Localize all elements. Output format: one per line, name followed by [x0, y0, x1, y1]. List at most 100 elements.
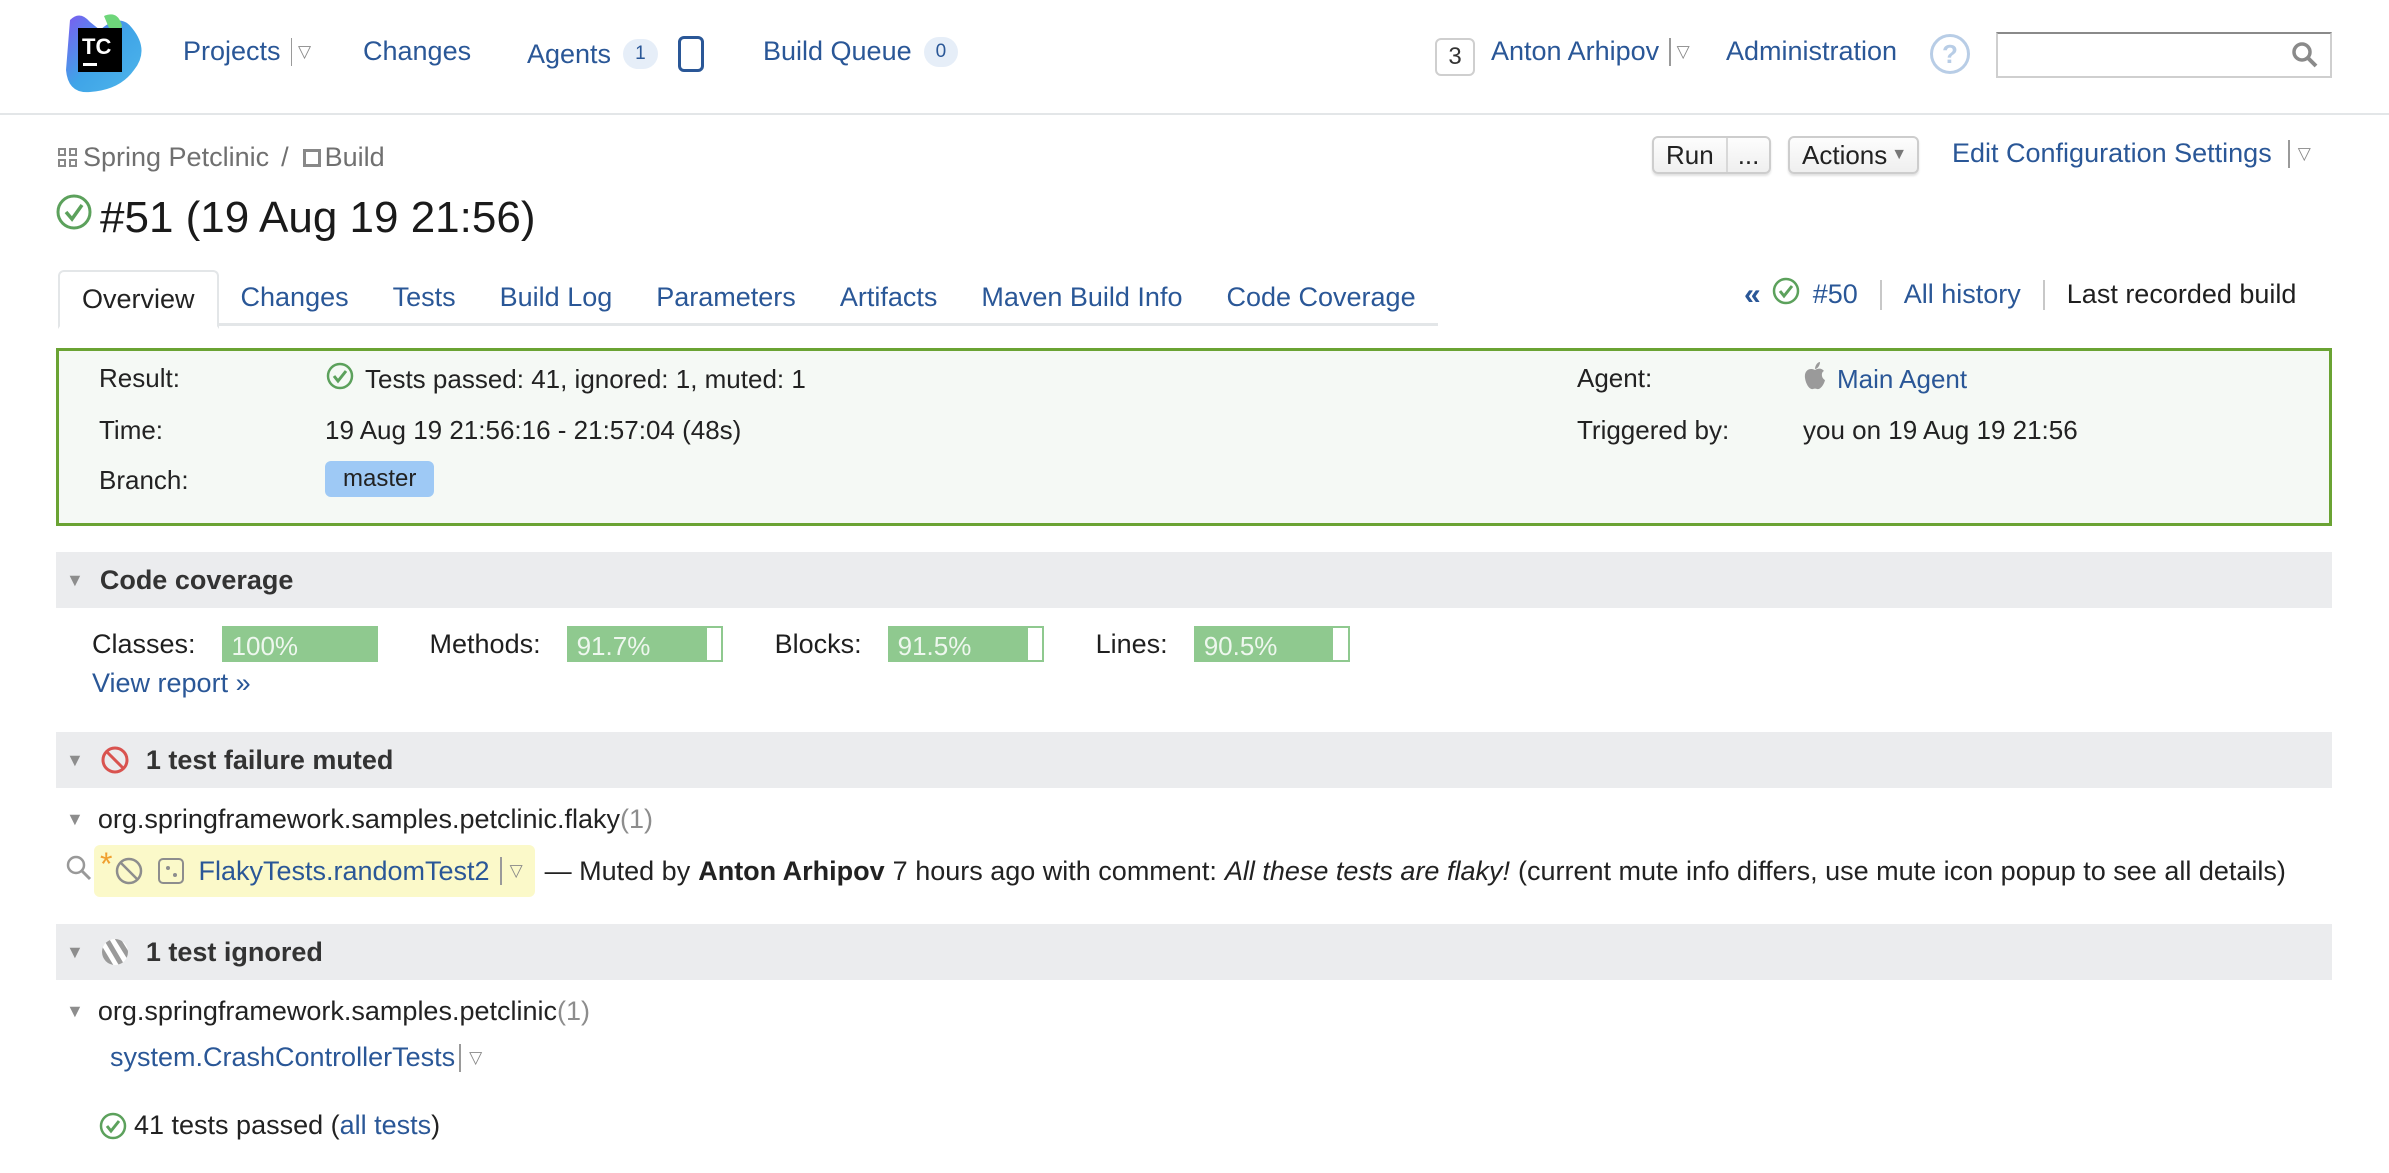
coverage-value: 91.5% — [897, 631, 972, 661]
ignored-icon — [100, 937, 130, 967]
help-icon[interactable]: ? — [1930, 34, 1970, 74]
previous-build-link[interactable]: #50 — [1813, 279, 1858, 310]
tab-maven-build-info[interactable]: Maven Build Info — [959, 270, 1204, 326]
actions-label[interactable]: Actions — [1790, 138, 1899, 172]
all-tests-link[interactable]: all tests — [340, 1110, 432, 1141]
run-button[interactable]: Run — [1654, 138, 1726, 172]
muted-by-user: Anton Arhipov — [698, 855, 885, 886]
notifications-counter[interactable]: 3 — [1435, 38, 1475, 76]
divider — [2287, 139, 2290, 168]
muted-prefix: — Muted by — [544, 855, 691, 886]
ignored-package-row[interactable]: ▼ org.springframework.samples.petclinic … — [66, 996, 590, 1027]
collapse-triangle-icon[interactable]: ▼ — [66, 750, 84, 771]
tab-artifacts[interactable]: Artifacts — [818, 270, 960, 326]
coverage-bar-blocks: 91.5% — [887, 626, 1044, 662]
nav-build-queue-label[interactable]: Build Queue — [763, 36, 912, 67]
tab-parameters[interactable]: Parameters — [634, 270, 818, 326]
result-text: Tests passed: 41, ignored: 1, muted: 1 — [365, 364, 806, 394]
agent-device-icon[interactable] — [677, 36, 704, 72]
coverage-label: Blocks: — [774, 628, 862, 659]
passed-tests-row: 41 tests passed ( all tests ) — [98, 1110, 440, 1141]
user-name[interactable]: Anton Arhipov — [1491, 36, 1659, 67]
collapse-triangle-icon[interactable]: ▼ — [66, 809, 84, 830]
ignored-tests-section-header[interactable]: ▼ 1 test ignored — [56, 924, 2332, 980]
run-custom-button[interactable]: ... — [1728, 138, 1770, 172]
view-report-link[interactable]: View report » — [92, 668, 251, 699]
chevron-down-icon[interactable]: ▽ — [1677, 42, 1690, 62]
chevron-down-icon[interactable]: ▽ — [510, 861, 523, 881]
previous-build-arrow-icon[interactable]: « — [1744, 278, 1761, 312]
mute-comment: All these tests are flaky! — [1224, 855, 1510, 886]
muted-package-row[interactable]: ▼ org.springframework.samples.petclinic.… — [66, 804, 653, 835]
actions-button[interactable]: Actions ▼ — [1788, 136, 1920, 174]
mute-icon[interactable] — [114, 856, 144, 886]
chevron-down-icon[interactable]: ▽ — [469, 1048, 482, 1068]
nav-build-queue[interactable]: Build Queue 0 — [763, 36, 959, 67]
package-count: (1) — [557, 996, 590, 1026]
nav-changes-label[interactable]: Changes — [363, 36, 471, 67]
investigate-search-icon[interactable] — [64, 853, 94, 890]
branch-badge[interactable]: master — [325, 461, 435, 497]
nav-agents-label[interactable]: Agents — [527, 39, 611, 70]
tab-tests[interactable]: Tests — [371, 270, 478, 326]
run-button-group: Run ... — [1652, 136, 1772, 174]
collapse-triangle-icon[interactable]: ▼ — [66, 1001, 84, 1022]
passed-tests-text: 41 tests passed ( — [134, 1110, 340, 1140]
ignored-test-row: system.CrashControllerTests ▽ — [110, 1042, 482, 1073]
result-label: Result: — [99, 363, 180, 393]
collapse-triangle-icon[interactable]: ▼ — [66, 570, 84, 591]
package-name: org.springframework.samples.petclinic — [97, 996, 557, 1026]
muted-when: 7 hours ago with comment: — [892, 855, 1217, 886]
triggered-by-value: you on 19 Aug 19 21:56 — [1803, 415, 2078, 445]
nav-administration[interactable]: Administration — [1726, 36, 1897, 67]
edit-configuration-label[interactable]: Edit Configuration Settings — [1952, 138, 2272, 169]
breadcrumb: Spring Petclinic / Build — [58, 142, 385, 173]
passed-tests-close: ) — [431, 1110, 441, 1140]
coverage-bar-lines: 90.5% — [1193, 626, 1350, 662]
muted-tests-section-header[interactable]: ▼ 1 test failure muted — [56, 732, 2332, 788]
branch-value: master — [325, 461, 435, 497]
administration-label[interactable]: Administration — [1726, 36, 1897, 67]
coverage-stats: Classes: 100% Methods: 91.7% Blocks: 91.… — [92, 626, 1402, 662]
agent-link[interactable]: Main Agent — [1837, 364, 1967, 395]
time-label: Time: — [99, 415, 164, 445]
triggered-by-label: Triggered by: — [1577, 415, 1730, 445]
breadcrumb-project[interactable]: Spring Petclinic — [83, 142, 269, 173]
tab-overview[interactable]: Overview — [58, 270, 219, 329]
new-failure-asterisk-icon: * — [100, 845, 113, 882]
edit-configuration-link[interactable]: Edit Configuration Settings ▽ — [1952, 138, 2311, 169]
agent-label: Agent: — [1577, 363, 1653, 393]
nav-agents[interactable]: Agents 1 — [527, 36, 704, 72]
breadcrumb-build-config[interactable]: Build — [325, 142, 385, 173]
chevron-down-icon[interactable]: ▽ — [2298, 144, 2311, 164]
nav-projects-label[interactable]: Projects — [183, 36, 281, 67]
branch-label: Branch: — [99, 465, 189, 495]
muted-tests-title: 1 test failure muted — [145, 744, 394, 775]
tab-code-coverage[interactable]: Code Coverage — [1204, 270, 1437, 326]
divider — [499, 857, 502, 885]
package-name: org.springframework.samples.petclinic.fl… — [97, 804, 621, 834]
test-name-link[interactable]: system.CrashControllerTests — [110, 1042, 455, 1073]
success-check-icon — [98, 1111, 128, 1141]
tab-changes[interactable]: Changes — [219, 270, 371, 326]
search-box[interactable] — [1996, 32, 2332, 78]
collapse-triangle-icon[interactable]: ▼ — [66, 942, 84, 963]
search-input[interactable] — [2006, 34, 2286, 74]
chevron-down-icon[interactable]: ▽ — [298, 42, 311, 62]
ignored-tests-title: 1 test ignored — [145, 936, 323, 967]
dropdown-arrow-icon: ▼ — [1891, 146, 1908, 163]
code-coverage-section-header[interactable]: ▼ Code coverage — [56, 552, 2332, 608]
nav-changes[interactable]: Changes — [363, 36, 471, 67]
search-icon[interactable] — [2290, 40, 2320, 77]
teamcity-logo[interactable]: TC — [60, 10, 146, 96]
flaky-dice-icon — [158, 858, 185, 884]
nav-projects[interactable]: Projects ▽ — [183, 36, 311, 67]
test-name-link[interactable]: FlakyTests.randomTest2 — [198, 856, 489, 887]
coverage-label: Lines: — [1095, 628, 1168, 659]
apple-icon — [1803, 361, 1827, 398]
tab-build-log[interactable]: Build Log — [478, 270, 635, 326]
all-history-link[interactable]: All history — [1904, 279, 2021, 310]
user-menu[interactable]: Anton Arhipov ▽ — [1491, 36, 1690, 67]
divider — [2042, 279, 2045, 310]
build-history-nav: « #50 All history Last recorded build — [1744, 276, 2296, 313]
